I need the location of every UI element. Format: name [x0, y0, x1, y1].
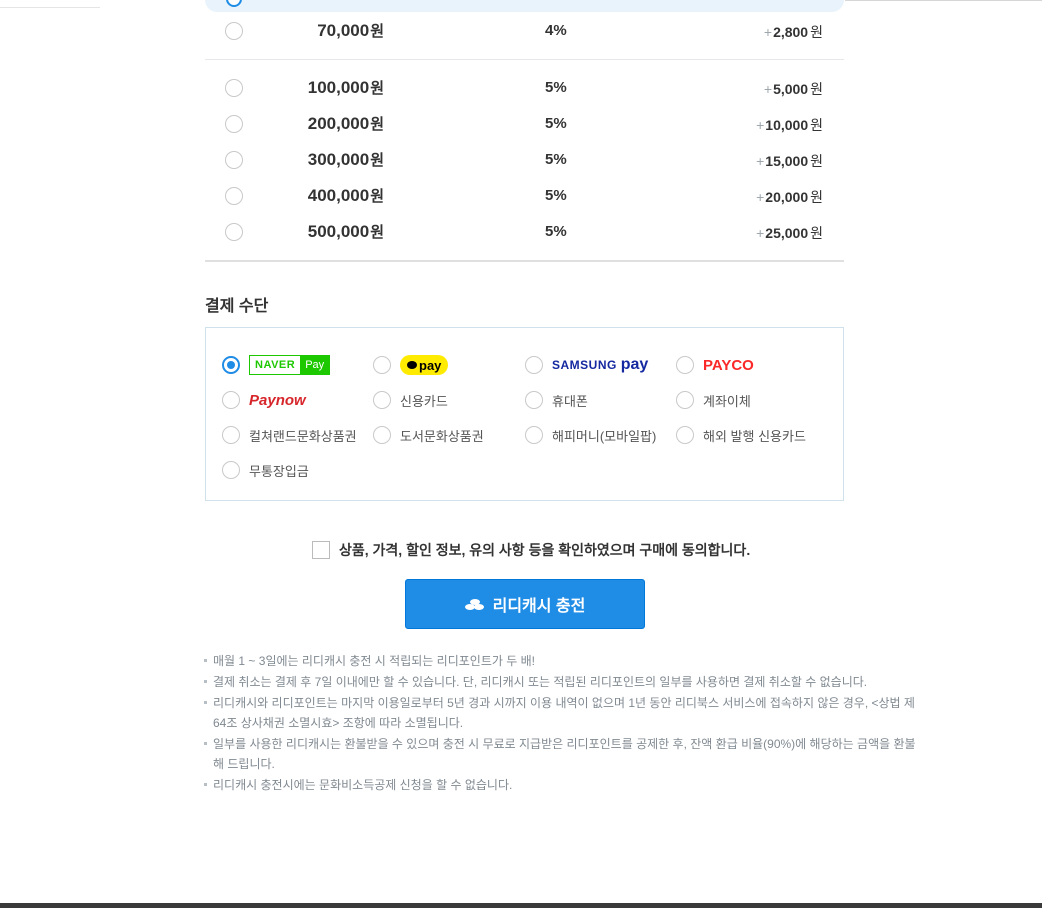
charge-button-label: 리디캐시 충전: [492, 598, 586, 615]
payment-mobile[interactable]: 휴대폰: [525, 389, 588, 411]
payment-label: 신용카드: [400, 393, 448, 409]
payment-payco[interactable]: PAYCO: [676, 354, 754, 376]
payment-radio[interactable]: [676, 391, 694, 409]
payment-radio[interactable]: [676, 426, 694, 444]
payment-label: 컬쳐랜드문화상품권: [249, 428, 357, 444]
charge-button[interactable]: 리디캐시 충전: [405, 579, 645, 629]
agreement-checkbox[interactable]: [312, 541, 330, 559]
payment-radio[interactable]: [525, 391, 543, 409]
payment-credit-card[interactable]: 신용카드: [373, 389, 448, 411]
kakaopay-logo: pay: [400, 355, 449, 375]
agreement-label: 상품, 가격, 할인 정보, 유의 사항 등을 확인하였으며 구매에 동의합니다…: [339, 542, 751, 558]
notice-item: 리디캐시와 리디포인트는 마지막 이용일로부터 5년 경과 시까지 이용 내역이…: [204, 693, 924, 733]
payment-cultureland[interactable]: 컬쳐랜드문화상품권: [222, 424, 357, 446]
payment-radio[interactable]: [222, 426, 240, 444]
notice-item: 리디캐시 충전시에는 문화비소득공제 신청을 할 수 없습니다.: [204, 775, 924, 795]
payment-radio[interactable]: [525, 356, 543, 374]
bonus-rate: 5%: [545, 151, 567, 168]
bonus-points: +20,000 원: [756, 189, 823, 205]
bonus-points: +5,000 원: [763, 81, 823, 97]
top-divider-right: [845, 0, 1042, 1]
cash-option-row[interactable]: 300,000원 5% +15,000 원: [205, 142, 844, 178]
cash-option-radio[interactable]: [225, 151, 243, 169]
bonus-points: +25,000 원: [756, 225, 823, 241]
samsungpay-logo: SAMSUNG pay: [552, 356, 649, 373]
payment-bank-transfer[interactable]: 계좌이체: [676, 389, 751, 411]
notice-item: 일부를 사용한 리디캐시는 환불받을 수 있으며 충전 시 무료로 지급받은 리…: [204, 734, 924, 774]
bonus-rate: 5%: [545, 223, 567, 240]
payment-naverpay[interactable]: NAVER Pay: [222, 354, 331, 376]
cash-list-bottom-divider: [205, 260, 844, 262]
payment-radio[interactable]: [373, 356, 391, 374]
payment-overseas-card[interactable]: 해외 발행 신용카드: [676, 424, 806, 446]
cash-option-selected-row[interactable]: [205, 0, 844, 12]
coins-icon: [464, 598, 485, 611]
payment-happymoney[interactable]: 해피머니(모바일팝): [525, 424, 656, 446]
bonus-rate: 4%: [545, 22, 567, 39]
purchase-agreement[interactable]: 상품, 가격, 할인 정보, 유의 사항 등을 확인하였으며 구매에 동의합니다…: [312, 540, 750, 560]
bonus-rate: 5%: [545, 115, 567, 132]
cash-amount: 300,000원: [307, 150, 384, 169]
window-bottom-bar: [0, 903, 1042, 908]
payment-section-title: 결제 수단: [205, 298, 269, 315]
payment-radio[interactable]: [676, 356, 694, 374]
payment-radio[interactable]: [222, 391, 240, 409]
payment-radio[interactable]: [373, 391, 391, 409]
cash-amount: 100,000원: [307, 78, 384, 97]
payment-label: 휴대폰: [552, 393, 588, 409]
notice-item: 매월 1 ~ 3일에는 리디캐시 충전 시 적립되는 리디포인트가 두 배!: [204, 651, 924, 671]
top-divider-left: [0, 7, 100, 8]
cash-option-radio[interactable]: [225, 22, 243, 40]
cash-option-row[interactable]: 100,000원 5% +5,000 원: [205, 70, 844, 106]
cash-amount: 400,000원: [307, 186, 384, 205]
notice-list: 매월 1 ~ 3일에는 리디캐시 충전 시 적립되는 리디포인트가 두 배! 결…: [204, 651, 924, 796]
cash-option-row[interactable]: 500,000원 5% +25,000 원: [205, 214, 844, 250]
payment-radio-selected[interactable]: [222, 356, 240, 374]
payment-method-box: NAVER Pay pay SAMSUNG pay PAYCO Paynow 신용…: [205, 327, 844, 501]
bonus-points: +2,800 원: [763, 24, 823, 40]
payment-label: 도서문화상품권: [400, 428, 484, 444]
cash-option-row[interactable]: 400,000원 5% +20,000 원: [205, 178, 844, 214]
payment-radio[interactable]: [373, 426, 391, 444]
cash-amount: 200,000원: [307, 114, 384, 133]
payment-kakaopay[interactable]: pay: [373, 354, 449, 376]
payment-label: 계좌이체: [703, 393, 751, 409]
cash-amount: 70,000원: [317, 21, 384, 40]
cash-option-radio[interactable]: [225, 187, 243, 205]
cash-option-radio[interactable]: [225, 115, 243, 133]
cash-option-row[interactable]: 200,000원 5% +10,000 원: [205, 106, 844, 142]
bonus-points: +10,000 원: [756, 117, 823, 133]
bonus-points: +15,000 원: [756, 153, 823, 169]
cash-amount: 500,000원: [307, 222, 384, 241]
cash-option-row[interactable]: 70,000원 4% +2,800 원: [205, 13, 844, 49]
bonus-rate: 5%: [545, 187, 567, 204]
payment-label: 무통장입금: [249, 463, 309, 479]
bonus-rate: 5%: [545, 79, 567, 96]
payment-radio[interactable]: [222, 461, 240, 479]
notice-item: 결제 취소는 결제 후 7일 이내에만 할 수 있습니다. 단, 리디캐시 또는…: [204, 672, 924, 692]
row-group-divider: [205, 59, 844, 60]
paynow-logo: Paynow: [249, 391, 306, 409]
payment-samsungpay[interactable]: SAMSUNG pay: [525, 354, 648, 376]
speech-bubble-icon: [407, 361, 417, 369]
radio-selected[interactable]: [226, 0, 242, 7]
naverpay-logo: NAVER Pay: [249, 355, 331, 375]
payment-label: 해피머니(모바일팝): [552, 428, 657, 444]
payment-deposit[interactable]: 무통장입금: [222, 459, 309, 481]
payment-label: 해외 발행 신용카드: [703, 428, 806, 444]
payment-paynow[interactable]: Paynow: [222, 389, 306, 411]
cash-option-radio[interactable]: [225, 223, 243, 241]
payment-book-gift[interactable]: 도서문화상품권: [373, 424, 484, 446]
cash-option-radio[interactable]: [225, 79, 243, 97]
payco-logo: PAYCO: [703, 356, 754, 374]
payment-radio[interactable]: [525, 426, 543, 444]
